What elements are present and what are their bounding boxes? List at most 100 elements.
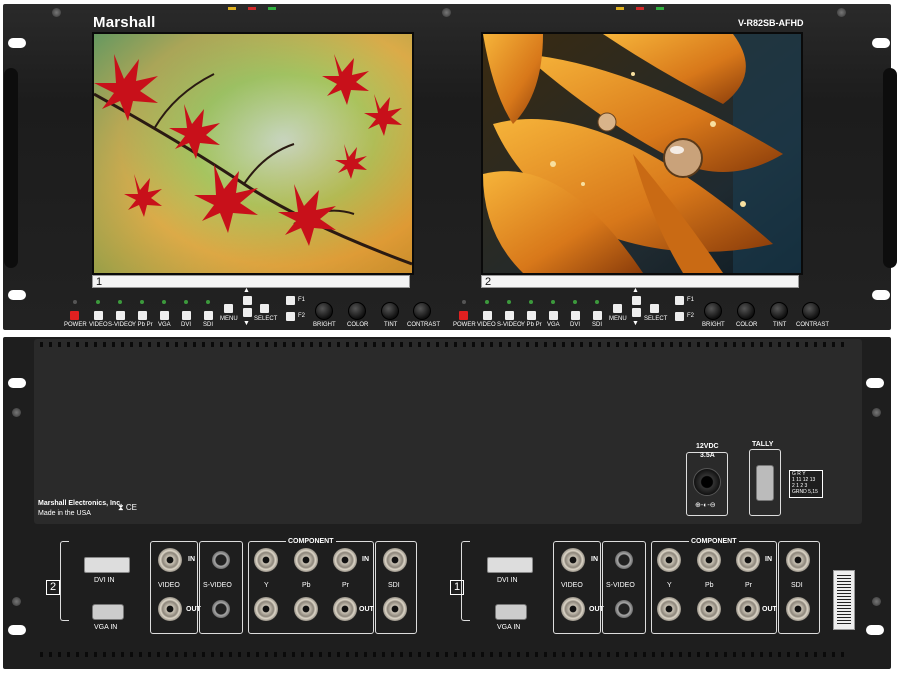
dvi-in-connector[interactable] <box>84 557 130 573</box>
component-title: COMPONENT <box>689 538 739 545</box>
vent-slot <box>310 342 313 347</box>
svideo-out-connector[interactable] <box>212 600 230 618</box>
vent-slot <box>85 342 88 347</box>
video-out-bnc[interactable] <box>561 597 585 621</box>
monitor-2-video-button[interactable] <box>483 311 492 320</box>
monitor-2-tint-knob[interactable] <box>770 302 788 320</box>
monitor-1-screen <box>92 32 414 275</box>
vent-slot <box>166 652 169 657</box>
svideo-in-connector[interactable] <box>212 551 230 569</box>
monitor-1-vga-button[interactable] <box>160 311 169 320</box>
dvi-in-label: DVI IN <box>94 577 115 584</box>
monitor-2-svideo-button[interactable] <box>505 311 514 320</box>
vent-slot <box>409 342 412 347</box>
monitor-1-tint-knob[interactable] <box>381 302 399 320</box>
vent-slot <box>643 652 646 657</box>
component-pr-in-bnc[interactable] <box>736 548 760 572</box>
vent-slot <box>580 342 583 347</box>
component-y-out-bnc[interactable] <box>254 597 278 621</box>
sdi-in-bnc[interactable] <box>786 548 810 572</box>
monitor-2-ypbpr-button[interactable] <box>527 311 536 320</box>
down-arrow-icon: ▼ <box>632 320 639 327</box>
monitor-1-svideo-button[interactable] <box>116 311 125 320</box>
component-y-in-bnc[interactable] <box>254 548 278 572</box>
vent-slot <box>247 652 250 657</box>
component-pb-in-bnc[interactable] <box>697 548 721 572</box>
monitor-1-dvi-button[interactable] <box>182 311 191 320</box>
monitor-1-menu-button[interactable] <box>224 304 233 313</box>
monitor-1-ypbpr-button[interactable] <box>138 311 147 320</box>
vent-slot <box>733 652 736 657</box>
component-pr-out-bnc[interactable] <box>333 597 357 621</box>
vga-in-connector[interactable] <box>92 604 124 620</box>
vga-label: VGA <box>547 322 560 328</box>
monitor-1-f2-button[interactable] <box>286 312 295 321</box>
component-pr-out-bnc[interactable] <box>736 597 760 621</box>
monitor-1-power-button[interactable] <box>70 311 79 320</box>
vent-slot <box>715 342 718 347</box>
component-pb-out-bnc[interactable] <box>294 597 318 621</box>
vent-slot <box>256 652 259 657</box>
monitor-2-f1-button[interactable] <box>675 296 684 305</box>
status-led-green <box>268 7 276 10</box>
status-led-amber <box>616 7 624 10</box>
monitor-2-bright-knob[interactable] <box>704 302 722 320</box>
monitor-2-contrast-knob[interactable] <box>802 302 820 320</box>
f1-label: F1 <box>298 297 306 303</box>
monitor-2-power-button[interactable] <box>459 311 468 320</box>
component-pb-in-bnc[interactable] <box>294 548 318 572</box>
sdi-out-bnc[interactable] <box>383 597 407 621</box>
svideo-in-connector[interactable] <box>615 551 633 569</box>
vent-slot <box>553 342 556 347</box>
tally-connector[interactable] <box>756 465 774 501</box>
vent-slot <box>508 652 511 657</box>
monitor-2-vga-button[interactable] <box>549 311 558 320</box>
component-pb-out-bnc[interactable] <box>697 597 721 621</box>
monitor-2-select-button[interactable] <box>650 304 659 313</box>
monitor-2-up-button[interactable] <box>632 296 641 305</box>
vent-slot <box>562 652 565 657</box>
monitor-1-contrast-knob[interactable] <box>413 302 431 320</box>
video-in-bnc[interactable] <box>158 548 182 572</box>
vent-slot <box>427 652 430 657</box>
monitor-2-sdi-button[interactable] <box>593 311 602 320</box>
vent-slot <box>301 652 304 657</box>
monitor-2-down-button[interactable] <box>632 308 641 317</box>
monitor-1-bright-knob[interactable] <box>315 302 333 320</box>
vent-slot <box>499 342 502 347</box>
monitor-1-video-button[interactable] <box>94 311 103 320</box>
vent-slot <box>598 342 601 347</box>
video-out-bnc[interactable] <box>158 597 182 621</box>
vent-slot <box>94 342 97 347</box>
dvi-in-connector[interactable] <box>487 557 533 573</box>
monitor-1-sdi-button[interactable] <box>204 311 213 320</box>
component-y-in-bnc[interactable] <box>657 548 681 572</box>
component-y-out-bnc[interactable] <box>657 597 681 621</box>
ypbpr-indicator <box>529 300 533 304</box>
video-in-bnc[interactable] <box>561 548 585 572</box>
vent-slot <box>121 652 124 657</box>
power-label: POWER <box>64 322 87 328</box>
dc-power-jack[interactable] <box>693 468 721 496</box>
monitor-2-menu-button[interactable] <box>613 304 622 313</box>
monitor-1-f1-button[interactable] <box>286 296 295 305</box>
vent-slot <box>193 342 196 347</box>
monitor-1-up-button[interactable] <box>243 296 252 305</box>
vga-in-connector[interactable] <box>495 604 527 620</box>
monitor-2-dvi-button[interactable] <box>571 311 580 320</box>
monitor-1-down-button[interactable] <box>243 308 252 317</box>
svideo-out-connector[interactable] <box>615 600 633 618</box>
monitor-2-color-knob[interactable] <box>737 302 755 320</box>
monitor-2-f2-button[interactable] <box>675 312 684 321</box>
vent-slot <box>346 342 349 347</box>
sdi-in-bnc[interactable] <box>383 548 407 572</box>
component-pr-in-bnc[interactable] <box>333 548 357 572</box>
sdi-out-bnc[interactable] <box>786 597 810 621</box>
monitor-1-select-button[interactable] <box>260 304 269 313</box>
monitor-1-color-knob[interactable] <box>348 302 366 320</box>
vent-slot <box>301 342 304 347</box>
bright-label: BRIGHT <box>702 322 725 328</box>
vent-slot <box>463 342 466 347</box>
vent-slot <box>148 652 151 657</box>
vent-slot <box>94 652 97 657</box>
